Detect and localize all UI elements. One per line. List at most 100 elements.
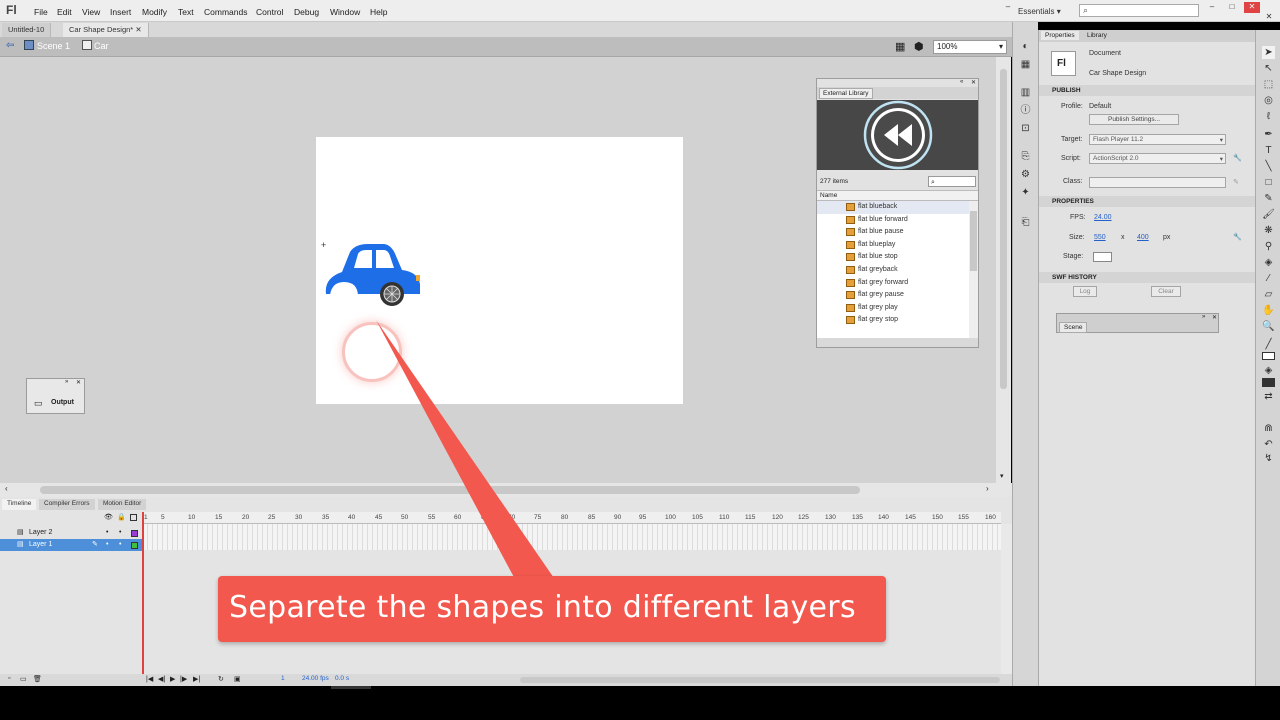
pencil-icon[interactable]: ✎	[1233, 178, 1239, 186]
chevron-right-icon[interactable]: ›	[986, 484, 989, 493]
play-icon[interactable]: ▶	[170, 675, 175, 683]
wrench-icon[interactable]: 🔧	[1233, 154, 1242, 162]
menu-view[interactable]: View	[82, 7, 100, 17]
workspace-switcher[interactable]: Essentials ▾	[1018, 7, 1061, 16]
transform-icon[interactable]: ⊡	[1019, 122, 1032, 135]
breadcrumb-symbol[interactable]: Car	[94, 41, 109, 51]
pen-tool-icon[interactable]: ✒	[1262, 128, 1275, 141]
zoom-select[interactable]: 100% ▾	[933, 40, 1007, 54]
fill-color-swatch[interactable]	[1262, 378, 1275, 387]
paint-bucket-tool-icon[interactable]: ◈	[1262, 256, 1275, 269]
deco-tool-icon[interactable]: ❋	[1262, 224, 1275, 237]
tab-motion-editor[interactable]: Motion Editor	[98, 499, 147, 510]
log-button[interactable]: Log	[1073, 286, 1097, 297]
layer-row-layer-1[interactable]: ▤ Layer 1 ✎ • •	[0, 539, 143, 551]
swap-colors-icon[interactable]: ⇄	[1262, 390, 1275, 403]
stage-vertical-scrollbar[interactable]: ▾	[996, 57, 1011, 483]
menu-edit[interactable]: Edit	[57, 7, 72, 17]
frame-grid[interactable]	[143, 524, 1001, 550]
output-panel[interactable]: » ✕ ▭ Output	[26, 378, 85, 414]
lock-dot-icon[interactable]: •	[119, 527, 121, 539]
tab-library[interactable]: Library	[1083, 31, 1111, 40]
scroll-thumb[interactable]	[970, 211, 977, 271]
menu-control[interactable]: Control	[256, 7, 283, 17]
section-swf-history[interactable]: SWF HISTORY	[1039, 272, 1256, 283]
maximize-button[interactable]: □	[1224, 2, 1240, 13]
visible-dot-icon[interactable]: •	[106, 539, 108, 551]
frame-ruler[interactable]: 1 5 10 15 20 25 30 35 40 45 50 55 60 65 …	[143, 512, 1001, 524]
scene-panel[interactable]: » ✕ Scene	[1056, 313, 1219, 333]
info-icon[interactable]: ⓘ	[1019, 104, 1032, 117]
outline-icon[interactable]	[130, 514, 137, 521]
tab-car-shape-design[interactable]: Car Shape Design* ✕	[63, 23, 149, 37]
width-value[interactable]: 550	[1094, 234, 1106, 241]
expand-icon[interactable]: »	[1202, 314, 1205, 320]
edit-symbols-icon[interactable]: ⬢	[914, 40, 924, 53]
pencil-tool-icon[interactable]: ✎	[1262, 192, 1275, 205]
lock-dot-icon[interactable]: •	[119, 539, 121, 551]
help-search-input[interactable]: ⌕	[1079, 4, 1199, 17]
hand-tool-icon[interactable]: ✋	[1262, 304, 1275, 317]
subselection-tool-icon[interactable]: ↖	[1262, 62, 1275, 75]
list-item[interactable]: flat grey pause	[817, 289, 969, 302]
expand-icon[interactable]: »	[65, 379, 68, 385]
breadcrumb-scene[interactable]: Scene 1	[37, 41, 70, 51]
close-icon[interactable]: ✕	[76, 379, 81, 386]
delete-icon[interactable]: 🗑	[33, 675, 42, 683]
library-search-input[interactable]: ⌕	[928, 176, 976, 187]
layer-row-layer-2[interactable]: ▤ Layer 2 • •	[0, 527, 143, 539]
eyedropper-tool-icon[interactable]: ⁄	[1262, 272, 1275, 285]
class-input[interactable]	[1089, 177, 1226, 188]
target-select[interactable]: Flash Player 11.2 ▾	[1089, 134, 1226, 145]
playhead[interactable]	[142, 512, 144, 680]
onion-skin-icon[interactable]: ▣	[234, 675, 241, 683]
eye-icon[interactable]: 👁	[104, 513, 113, 521]
snap-magnet-icon[interactable]: ⋒	[1262, 422, 1275, 435]
timeline-scrollbar[interactable]	[1001, 524, 1012, 674]
stage-color-swatch[interactable]	[1093, 252, 1112, 262]
list-item[interactable]: flat blueback	[817, 201, 969, 214]
back-arrow-icon[interactable]: ⇦	[6, 40, 14, 51]
menu-window[interactable]: Window	[330, 7, 360, 17]
next-frame-icon[interactable]: |▶	[180, 675, 187, 683]
fill-color-icon[interactable]: ◈	[1262, 364, 1275, 377]
chevron-left-icon[interactable]: ‹	[5, 484, 8, 493]
collapse-icon[interactable]: «	[960, 79, 963, 85]
menu-modify[interactable]: Modify	[142, 7, 167, 17]
tab-external-library[interactable]: External Library	[819, 88, 873, 99]
selection-tool-icon[interactable]: ➤	[1262, 46, 1275, 59]
close-button[interactable]: ✕	[1244, 2, 1260, 13]
visible-dot-icon[interactable]: •	[106, 527, 108, 539]
menu-debug[interactable]: Debug	[294, 7, 319, 17]
list-item[interactable]: flat blue forward	[817, 214, 969, 227]
menu-text[interactable]: Text	[178, 7, 194, 17]
first-frame-icon[interactable]: |◀	[146, 675, 153, 683]
3d-rotation-tool-icon[interactable]: ◎	[1262, 94, 1275, 107]
eraser-tool-icon[interactable]: ▱	[1262, 288, 1275, 301]
free-transform-tool-icon[interactable]: ⬚	[1262, 78, 1275, 91]
stroke-color-swatch[interactable]	[1262, 352, 1275, 360]
edit-scene-icon[interactable]: ▦	[895, 40, 905, 53]
close-icon[interactable]: ✕	[135, 25, 141, 34]
prev-frame-icon[interactable]: ◀|	[158, 675, 165, 683]
list-item[interactable]: flat greyback	[817, 264, 969, 277]
components-icon[interactable]: ⚙	[1019, 168, 1032, 181]
line-tool-icon[interactable]: ╲	[1262, 160, 1275, 173]
tab-properties[interactable]: Properties	[1041, 31, 1079, 40]
script-select[interactable]: ActionScript 2.0 ▾	[1089, 153, 1226, 164]
rectangle-tool-icon[interactable]: □	[1262, 176, 1275, 189]
menu-commands[interactable]: Commands	[204, 7, 247, 17]
list-item[interactable]: flat grey stop	[817, 314, 969, 327]
wrench-icon[interactable]: 🔧	[1233, 233, 1242, 241]
menu-help[interactable]: Help	[370, 7, 387, 17]
code-snippets-icon[interactable]: ⎘	[1019, 150, 1032, 163]
list-item[interactable]: flat blue stop	[817, 251, 969, 264]
lock-icon[interactable]: 🔒	[117, 513, 126, 521]
smooth-icon[interactable]: ↶	[1262, 438, 1275, 451]
frame-rate[interactable]: 24.00 fps	[302, 675, 329, 682]
close-icon[interactable]: ✕	[971, 79, 976, 86]
zoom-tool-icon[interactable]: 🔍	[1262, 320, 1275, 333]
new-layer-icon[interactable]: ▫	[8, 675, 10, 682]
align-icon[interactable]: ▥	[1019, 86, 1032, 99]
publish-settings-button[interactable]: Publish Settings...	[1089, 114, 1179, 125]
